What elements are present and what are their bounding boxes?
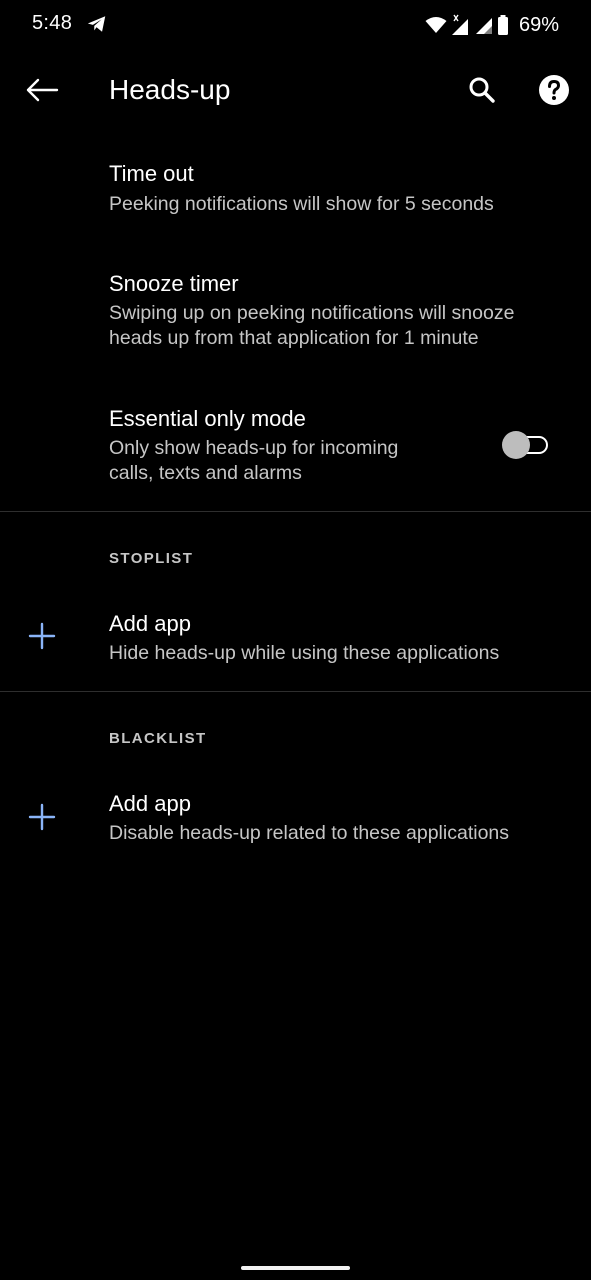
timeout-setting[interactable]: Time out Peeking notifications will show… xyxy=(0,145,591,245)
plus-icon xyxy=(28,803,56,831)
stoplist-add-app[interactable]: Add app Hide heads-up while using these … xyxy=(0,595,591,685)
stoplist-add-app-title: Add app xyxy=(109,611,191,636)
timeout-summary: Peeking notifications will show for 5 se… xyxy=(109,193,494,215)
stoplist-add-app-summary: Hide heads-up while using these applicat… xyxy=(109,642,500,664)
page-title: Heads-up xyxy=(109,74,231,105)
wifi-icon xyxy=(425,17,447,33)
essential-only-summary-line1: Only show heads-up for incoming xyxy=(109,437,399,459)
essential-only-summary-line2: calls, texts and alarms xyxy=(109,462,302,484)
timeout-title: Time out xyxy=(109,161,194,186)
toggle-thumb xyxy=(502,431,530,459)
blacklist-add-app-summary: Disable heads-up related to these applic… xyxy=(109,822,510,844)
plus-icon xyxy=(28,622,56,650)
blacklist-add-app-title: Add app xyxy=(109,791,191,816)
essential-only-setting[interactable]: Essential only mode Only show heads-up f… xyxy=(0,390,591,500)
app-bar: Heads-up xyxy=(0,56,591,126)
status-time: 5:48 xyxy=(32,12,73,34)
home-indicator[interactable] xyxy=(241,1266,350,1270)
essential-only-title: Essential only mode xyxy=(109,406,306,431)
stoplist-header: STOPLIST xyxy=(109,550,194,567)
telegram-icon xyxy=(87,16,106,32)
battery-icon xyxy=(497,15,508,35)
snooze-timer-summary-line1: Swiping up on peeking notifications will… xyxy=(109,302,515,324)
blacklist-header: BLACKLIST xyxy=(109,730,207,747)
search-icon xyxy=(469,77,495,103)
blacklist-add-app[interactable]: Add app Disable heads-up related to thes… xyxy=(0,775,591,865)
search-button[interactable] xyxy=(460,70,504,110)
battery-percentage: 69% xyxy=(518,13,559,36)
snooze-timer-setting[interactable]: Snooze timer Swiping up on peeking notif… xyxy=(0,255,591,365)
back-button[interactable] xyxy=(22,70,62,110)
section-divider xyxy=(0,511,591,512)
back-arrow-icon xyxy=(26,78,59,102)
help-button[interactable] xyxy=(532,70,576,110)
help-icon xyxy=(539,75,569,105)
snooze-timer-summary-line2: heads up from that application for 1 min… xyxy=(109,327,479,349)
section-divider xyxy=(0,691,591,692)
snooze-timer-title: Snooze timer xyxy=(109,271,239,296)
status-icons: 69% xyxy=(425,12,559,38)
essential-only-toggle[interactable] xyxy=(500,429,554,461)
signal-icon xyxy=(451,14,468,35)
status-bar: 5:48 69% xyxy=(0,0,591,52)
signal-icon xyxy=(475,18,492,34)
